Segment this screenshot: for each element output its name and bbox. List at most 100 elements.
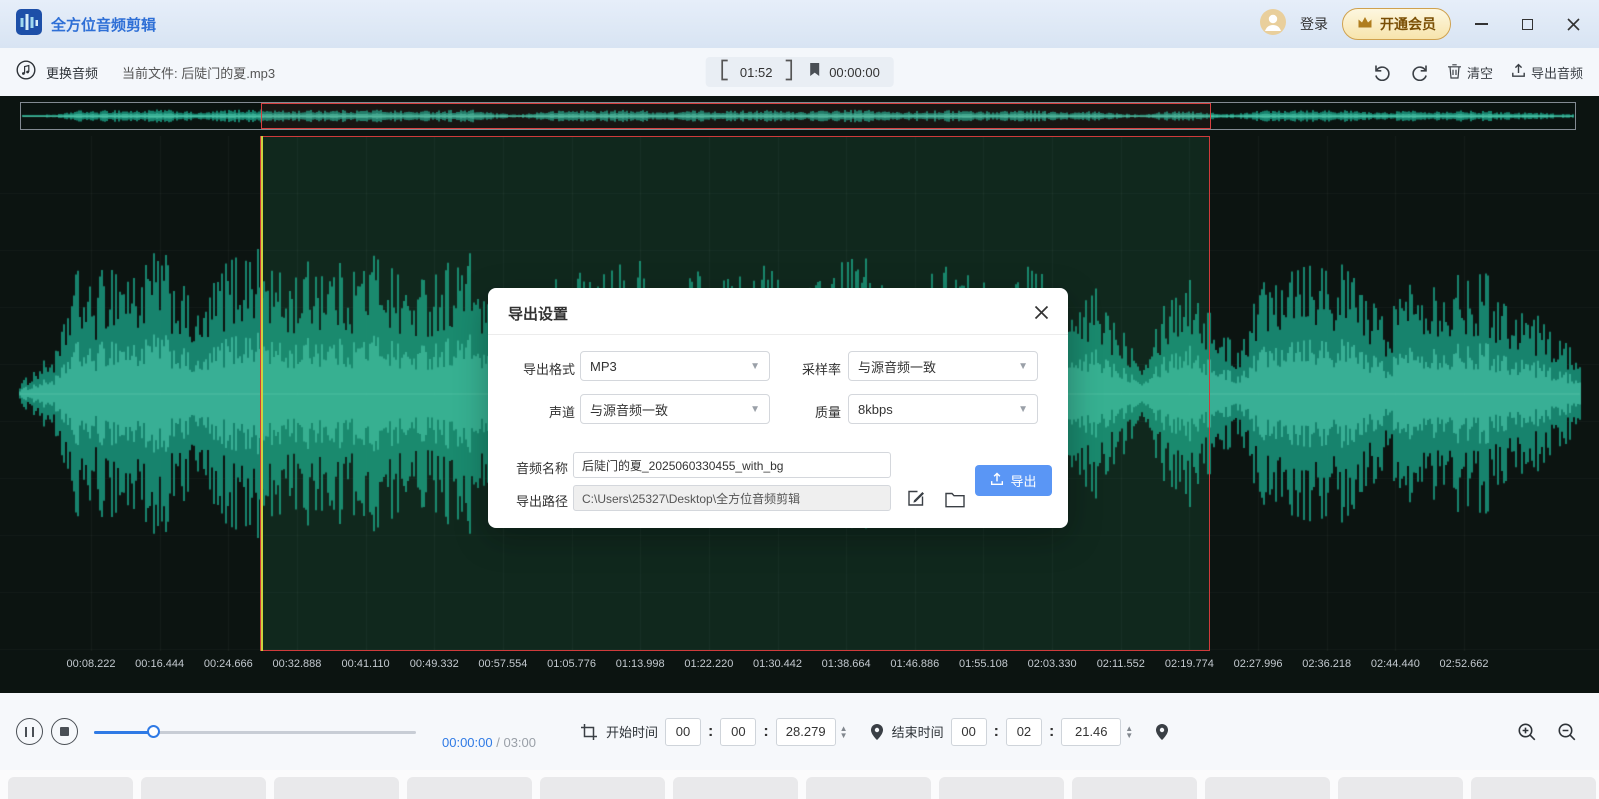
ruler-label: 02:36.218 — [1302, 658, 1351, 670]
end-hours-field[interactable]: 00 — [951, 718, 987, 746]
slider-fill — [94, 731, 154, 734]
dialog-title: 导出设置 — [508, 303, 568, 324]
export-path-input[interactable] — [573, 485, 891, 511]
vip-label: 开通会员 — [1380, 14, 1436, 34]
close-button[interactable] — [1557, 9, 1589, 39]
current-time: 00:00:00 — [442, 735, 493, 750]
toolbar: 更换音频 当前文件: 后陡门的夏.mp3 01:52 00:00:00 — [0, 48, 1599, 96]
ruler-label: 02:27.996 — [1234, 658, 1283, 670]
overview-selection[interactable] — [261, 103, 1211, 129]
export-audio-button[interactable]: 导出音频 — [1511, 63, 1583, 82]
export-button[interactable]: 导出 — [975, 465, 1052, 496]
vip-button[interactable]: 开通会员 — [1342, 8, 1451, 40]
strip-box[interactable] — [1471, 777, 1596, 799]
trim-icon[interactable] — [580, 723, 598, 741]
clear-label: 清空 — [1467, 63, 1493, 82]
strip-box[interactable] — [274, 777, 399, 799]
stepper-down-icon[interactable]: ▼ — [840, 732, 848, 739]
maximize-button[interactable] — [1511, 9, 1543, 39]
chevron-down-icon: ▼ — [750, 361, 760, 372]
edit-path-icon[interactable] — [904, 486, 928, 510]
start-hours-field[interactable]: 00 — [665, 718, 701, 746]
open-folder-icon[interactable] — [943, 488, 967, 512]
strip-box[interactable] — [1072, 777, 1197, 799]
samplerate-value: 与源音频一致 — [858, 357, 936, 376]
ruler-label: 01:55.108 — [959, 658, 1008, 670]
change-audio-button[interactable]: 更换音频 — [46, 63, 98, 82]
pause-button[interactable] — [16, 718, 43, 745]
right-bracket-icon — [784, 59, 793, 86]
dialog-close-icon[interactable] — [1030, 301, 1052, 323]
channel-select[interactable]: 与源音频一致 ▼ — [580, 394, 770, 424]
stepper-down-icon[interactable]: ▼ — [1125, 732, 1133, 739]
strip-box[interactable] — [939, 777, 1064, 799]
colon-separator: : — [708, 723, 713, 741]
format-value: MP3 — [590, 359, 617, 374]
strip-box[interactable] — [540, 777, 665, 799]
ruler-label: 02:44.440 — [1371, 658, 1420, 670]
bookmark-icon — [808, 62, 820, 82]
strip-box[interactable] — [141, 777, 266, 799]
strip-box[interactable] — [407, 777, 532, 799]
stop-button[interactable] — [51, 718, 78, 745]
waveform-overview[interactable] — [20, 102, 1576, 130]
strip-box[interactable] — [1338, 777, 1463, 799]
titlebar: 全方位音频剪辑 登录 开通会员 — [0, 0, 1599, 48]
end-seconds-field[interactable]: 21.46 — [1061, 718, 1121, 746]
format-select[interactable]: MP3 ▼ — [580, 351, 770, 381]
export-button-label: 导出 — [1010, 471, 1036, 490]
ruler-label: 01:46.886 — [890, 658, 939, 670]
quality-select[interactable]: 8kbps ▼ — [848, 394, 1038, 424]
total-time: / 03:00 — [496, 735, 536, 750]
undo-icon[interactable] — [1373, 63, 1392, 81]
start-time-stepper[interactable]: ▲▼ — [840, 725, 848, 739]
quality-label: 质量 — [768, 402, 841, 421]
strip-box[interactable] — [673, 777, 798, 799]
audio-name-input[interactable] — [573, 452, 891, 478]
ruler-label: 01:30.442 — [753, 658, 802, 670]
start-seconds-field[interactable]: 28.279 — [776, 718, 836, 746]
strip-box[interactable] — [8, 777, 133, 799]
ruler-label: 01:05.776 — [547, 658, 596, 670]
time-ruler: 00:08.22200:16.44400:24.66600:32.88800:4… — [0, 658, 1599, 680]
ruler-label: 00:16.444 — [135, 658, 184, 670]
redo-icon[interactable] — [1410, 63, 1429, 81]
start-minutes-field[interactable]: 00 — [720, 718, 756, 746]
samplerate-label: 采样率 — [768, 359, 841, 378]
playhead[interactable] — [261, 136, 263, 651]
minimize-button[interactable] — [1465, 9, 1497, 39]
user-avatar[interactable] — [1260, 9, 1286, 40]
ruler-label: 02:19.774 — [1165, 658, 1214, 670]
end-time-stepper[interactable]: ▲▼ — [1125, 725, 1133, 739]
ruler-label: 01:22.220 — [684, 658, 733, 670]
ruler-label: 00:08.222 — [67, 658, 116, 670]
marker-time: 00:00:00 — [829, 65, 880, 80]
ruler-label: 02:03.330 — [1028, 658, 1077, 670]
strip-box[interactable] — [1205, 777, 1330, 799]
samplerate-select[interactable]: 与源音频一致 ▼ — [848, 351, 1038, 381]
current-file-label: 当前文件: 后陡门的夏.mp3 — [122, 63, 275, 82]
app-title: 全方位音频剪辑 — [51, 14, 156, 35]
progress-slider[interactable] — [94, 725, 416, 739]
slider-handle[interactable] — [147, 725, 160, 738]
music-note-icon — [16, 60, 36, 85]
stop-icon — [60, 727, 69, 736]
ruler-label: 00:32.888 — [272, 658, 321, 670]
login-button[interactable]: 登录 — [1300, 14, 1328, 34]
app-logo-icon — [16, 9, 42, 40]
set-end-pin-icon[interactable] — [1155, 723, 1169, 741]
clear-button[interactable]: 清空 — [1447, 63, 1493, 82]
channel-label: 声道 — [488, 402, 575, 421]
zoom-in-icon[interactable] — [1517, 722, 1537, 742]
ruler-label: 00:57.554 — [478, 658, 527, 670]
thumbnail-strip — [0, 770, 1599, 799]
end-minutes-field[interactable]: 02 — [1006, 718, 1042, 746]
ruler-label: 01:38.664 — [822, 658, 871, 670]
strip-box[interactable] — [806, 777, 931, 799]
export-audio-label: 导出音频 — [1531, 63, 1583, 82]
channel-value: 与源音频一致 — [590, 400, 668, 419]
zoom-out-icon[interactable] — [1557, 722, 1577, 742]
ruler-label: 01:13.998 — [616, 658, 665, 670]
ruler-label: 00:24.666 — [204, 658, 253, 670]
set-start-pin-icon[interactable] — [870, 723, 884, 741]
